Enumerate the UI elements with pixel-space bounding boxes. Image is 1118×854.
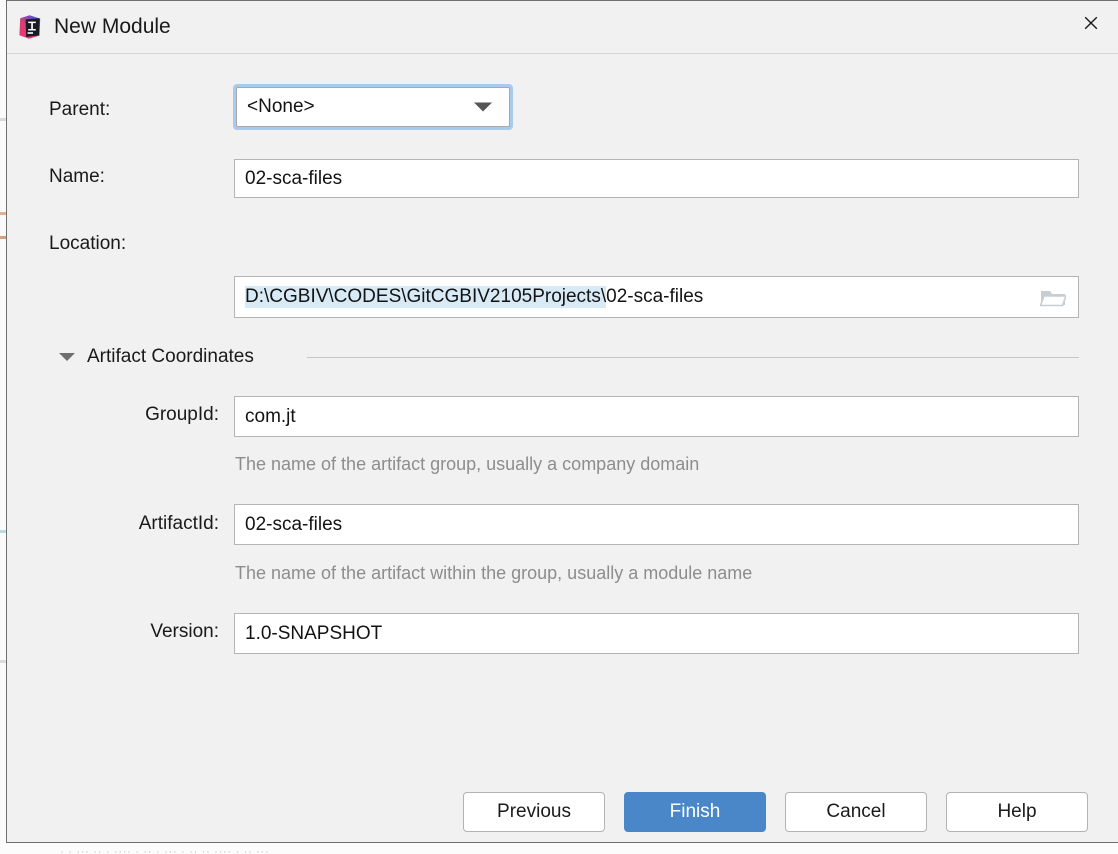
location-input[interactable]: D:\CGBIV\CODES\GitCGBIV2105Projects\ 02-s… [234, 276, 1079, 318]
artifact-coordinates-title: Artifact Coordinates [87, 346, 254, 367]
new-module-dialog-screen: · · ··· ·· · ···· · ·· · ··· · ·· ·· ···… [0, 0, 1118, 854]
cancel-button[interactable]: Cancel [785, 792, 927, 832]
dialog-window: New Module Parent: <None> Name: 02-sca-f… [6, 0, 1118, 843]
chevron-down-icon [474, 102, 492, 112]
parent-label: Parent: [49, 99, 111, 120]
artifactid-label: ArtifactId: [138, 513, 219, 534]
artifactid-input-value: 02-sca-files [245, 513, 343, 535]
artifact-coordinates-toggle-icon[interactable] [59, 353, 75, 361]
location-input-value-rest: 02-sca-files [606, 286, 704, 307]
groupid-hint: The name of the artifact group, usually … [235, 454, 700, 474]
background-ghost-text: · · ··· ·· · ···· · ·· · ··· · ·· ·· ···… [60, 844, 270, 854]
parent-select[interactable]: <None> [233, 84, 513, 130]
close-icon[interactable] [1064, 1, 1118, 45]
dialog-titlebar: New Module [7, 1, 1118, 54]
groupid-input[interactable]: com.jt [234, 396, 1079, 437]
location-label: Location: [49, 233, 127, 254]
dialog-title: New Module [54, 15, 171, 38]
artifactid-hint: The name of the artifact within the grou… [235, 563, 753, 583]
section-divider [307, 357, 1079, 358]
folder-icon[interactable] [1039, 287, 1068, 307]
version-input-value: 1.0-SNAPSHOT [245, 622, 383, 644]
intellij-idea-logo-icon [17, 14, 43, 40]
artifactid-input[interactable]: 02-sca-files [234, 504, 1079, 545]
parent-select-value: <None> [247, 96, 315, 117]
version-label: Version: [150, 621, 219, 642]
name-label: Name: [49, 166, 105, 187]
name-input-value: 02-sca-files [245, 167, 343, 189]
groupid-input-value: com.jt [245, 405, 296, 427]
help-button[interactable]: Help [946, 792, 1088, 832]
name-input[interactable]: 02-sca-files [234, 159, 1079, 198]
previous-button[interactable]: Previous [463, 792, 605, 832]
location-input-value-selected: D:\CGBIV\CODES\GitCGBIV2105Projects\ [245, 286, 607, 308]
finish-button[interactable]: Finish [624, 792, 766, 832]
version-input[interactable]: 1.0-SNAPSHOT [234, 613, 1079, 654]
groupid-label: GroupId: [145, 404, 219, 425]
dialog-body: Parent: <None> Name: 02-sca-files Locati… [7, 54, 1118, 844]
